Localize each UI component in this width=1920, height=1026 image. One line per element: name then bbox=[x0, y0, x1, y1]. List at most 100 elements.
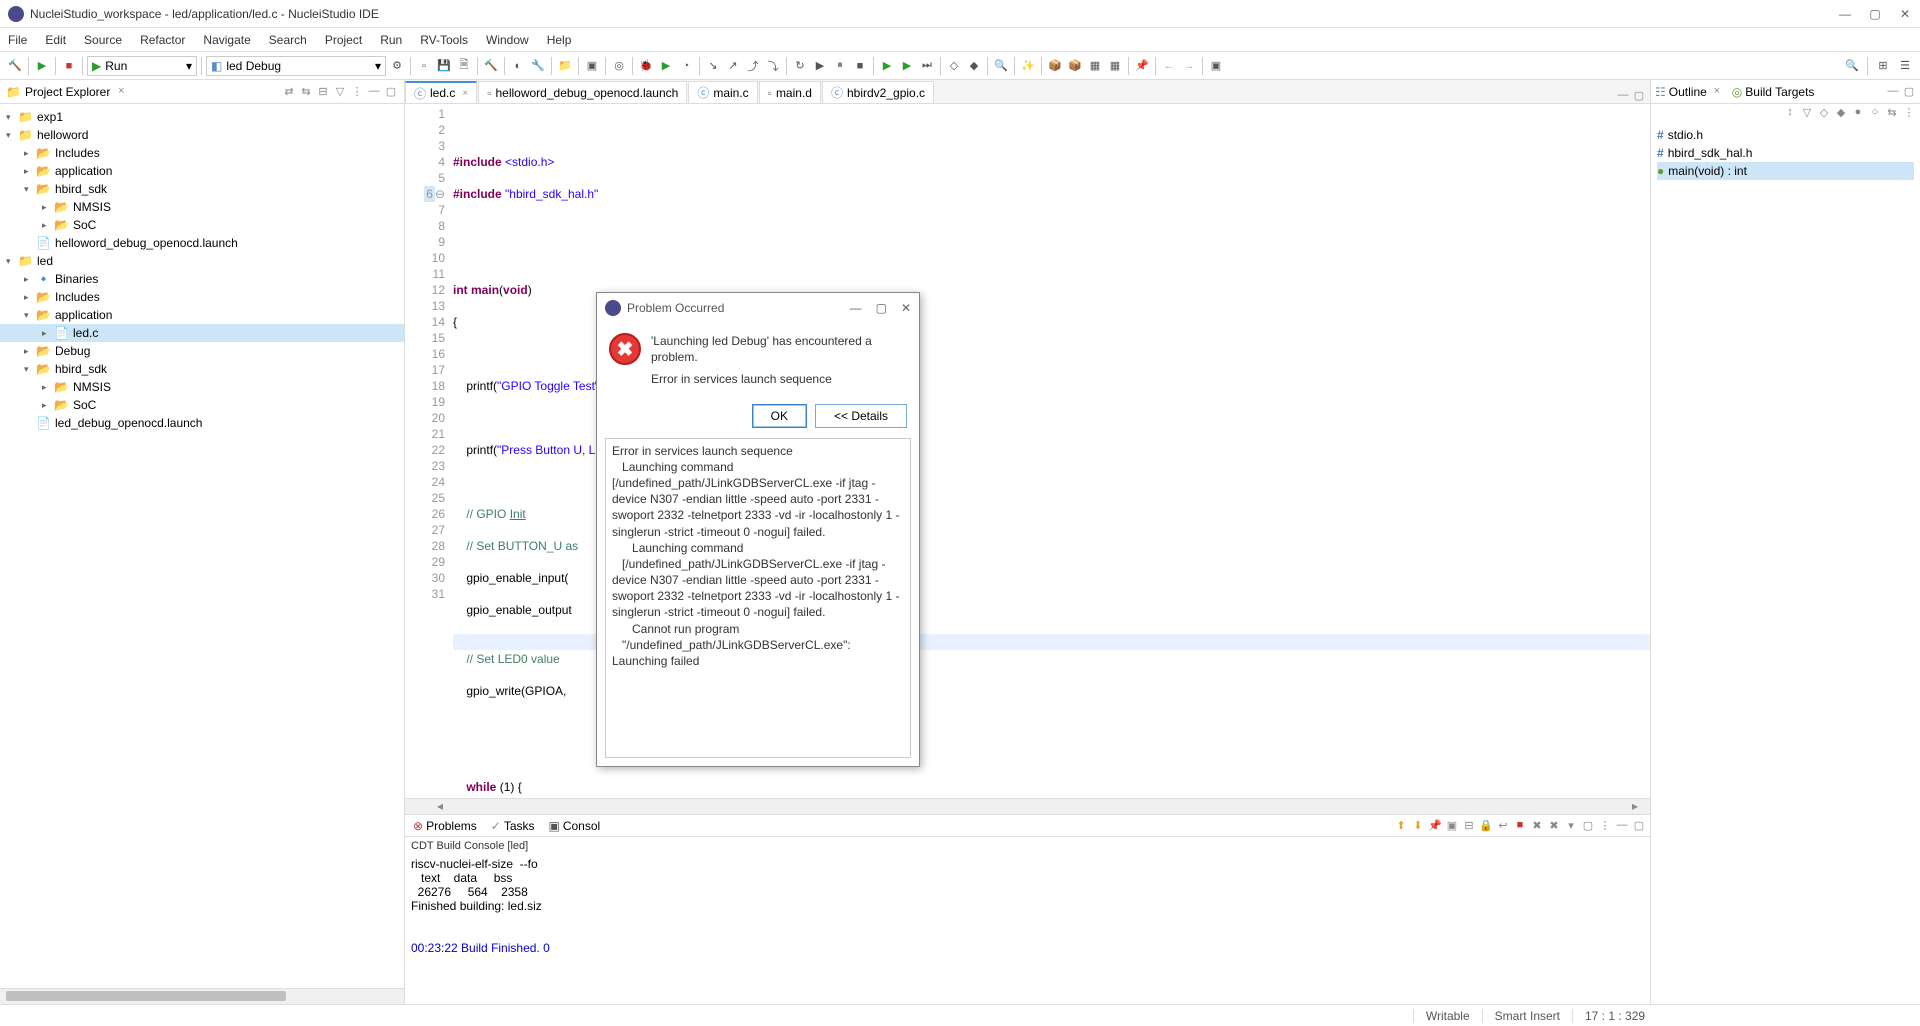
perspective2-icon[interactable]: ☰ bbox=[1896, 57, 1914, 75]
saveall-icon[interactable]: 🗎 bbox=[455, 57, 473, 75]
bp-remall-icon[interactable]: ✖ bbox=[1547, 819, 1561, 833]
search-icon[interactable]: 🔍 bbox=[992, 57, 1010, 75]
bp-sel-icon[interactable]: ▾ bbox=[1564, 819, 1578, 833]
pause-icon[interactable]: ⏸ bbox=[831, 57, 849, 75]
tab-led-c[interactable]: ⓒled.c× bbox=[405, 81, 477, 103]
tree-item[interactable]: ▸📄led.c bbox=[0, 324, 404, 342]
dialog-max-icon[interactable]: ▢ bbox=[876, 301, 887, 315]
pe-max-icon[interactable]: ▢ bbox=[384, 85, 398, 99]
box-icon[interactable]: ▣ bbox=[583, 57, 601, 75]
tab-main-d[interactable]: ▫main.d bbox=[759, 81, 821, 103]
pe-min-icon[interactable]: — bbox=[367, 85, 381, 99]
tree-item[interactable]: ▾📂hbird_sdk bbox=[0, 180, 404, 198]
tab-problems[interactable]: ⊗Problems bbox=[409, 819, 481, 833]
tab-console[interactable]: ▣Consol bbox=[545, 819, 605, 833]
menu-source[interactable]: Source bbox=[84, 33, 122, 47]
editor-body[interactable]: 123456⊖789101112131415161718192021222324… bbox=[405, 104, 1650, 798]
pe-collapse-icon[interactable]: ⊟ bbox=[316, 85, 330, 99]
term-icon[interactable]: ▣ bbox=[1207, 57, 1225, 75]
wrench-icon[interactable]: 🔧 bbox=[529, 57, 547, 75]
bp-up-icon[interactable]: ⬆ bbox=[1394, 819, 1408, 833]
menu-file[interactable]: File bbox=[8, 33, 27, 47]
ol-min-icon[interactable]: — bbox=[1886, 85, 1900, 99]
tree-item[interactable]: ▾📁exp1 bbox=[0, 108, 404, 126]
menu-window[interactable]: Window bbox=[486, 33, 529, 47]
bp-menu-icon[interactable]: ⋮ bbox=[1598, 819, 1612, 833]
details-button[interactable]: << Details bbox=[815, 404, 907, 428]
chip2-icon[interactable]: ▦ bbox=[1106, 57, 1124, 75]
ol-hide2-icon[interactable]: ◆ bbox=[1834, 106, 1848, 120]
bp-rem-icon[interactable]: ✖ bbox=[1530, 819, 1544, 833]
ol-link-icon[interactable]: ⇆ bbox=[1885, 106, 1899, 120]
ol-filter-icon[interactable]: ▽ bbox=[1800, 106, 1814, 120]
tree-item[interactable]: ▸📂Includes bbox=[0, 288, 404, 306]
tab-main-c[interactable]: ⓒmain.c bbox=[688, 81, 757, 103]
step4-icon[interactable]: ⤵ bbox=[764, 57, 782, 75]
misc2-icon[interactable]: ◆ bbox=[965, 57, 983, 75]
wand-icon[interactable]: ✨ bbox=[1019, 57, 1037, 75]
debug-icon[interactable]: 🐞 bbox=[637, 57, 655, 75]
bp-disp-icon[interactable]: ▣ bbox=[1445, 819, 1459, 833]
build-icon[interactable]: 🔨 bbox=[482, 57, 500, 75]
pe-filter2-icon[interactable]: ▽ bbox=[333, 85, 347, 99]
step-icon[interactable]: ↘ bbox=[704, 57, 722, 75]
menu-search[interactable]: Search bbox=[269, 33, 307, 47]
ol-hide-icon[interactable]: ◇ bbox=[1817, 106, 1831, 120]
tree-item[interactable]: ▸📂NMSIS bbox=[0, 198, 404, 216]
close-button[interactable]: ✕ bbox=[1898, 7, 1912, 21]
menu-run[interactable]: Run bbox=[380, 33, 402, 47]
pe-filter-icon[interactable]: ⇄ bbox=[282, 85, 296, 99]
tree-item[interactable]: ▸📂Debug bbox=[0, 342, 404, 360]
tab-outline[interactable]: ☷Outline× bbox=[1655, 85, 1724, 99]
menu-edit[interactable]: Edit bbox=[45, 33, 66, 47]
tree-item[interactable]: ▾📂application bbox=[0, 306, 404, 324]
pin-icon[interactable]: 📌 bbox=[1133, 57, 1151, 75]
profile-icon[interactable]: ◔ bbox=[677, 57, 695, 75]
restart-icon[interactable]: ↻ bbox=[791, 57, 809, 75]
close-icon[interactable]: × bbox=[462, 88, 468, 99]
save-icon[interactable]: 💾 bbox=[435, 57, 453, 75]
dialog-close-icon[interactable]: ✕ bbox=[901, 301, 911, 315]
outline-item[interactable]: #hbird_sdk_hal.h bbox=[1657, 144, 1914, 162]
ok-button[interactable]: OK bbox=[752, 404, 807, 428]
dialog-details[interactable]: Error in services launch sequence Launch… bbox=[605, 438, 911, 758]
bp-scroll-icon[interactable]: 🔒 bbox=[1479, 819, 1493, 833]
tree-item[interactable]: ▸📂NMSIS bbox=[0, 378, 404, 396]
step3-icon[interactable]: ⤴ bbox=[744, 57, 762, 75]
menu-help[interactable]: Help bbox=[547, 33, 572, 47]
run-mode-select[interactable]: ▶Run▾ bbox=[87, 56, 197, 76]
tree-item[interactable]: ▾📁led bbox=[0, 252, 404, 270]
bp-max-icon[interactable]: ▢ bbox=[1632, 819, 1646, 833]
new-icon[interactable]: ▫ bbox=[415, 57, 433, 75]
play3-icon[interactable]: ▶ bbox=[878, 57, 896, 75]
hammer-icon[interactable]: 🔨 bbox=[6, 57, 24, 75]
menu-rvtools[interactable]: RV-Tools bbox=[420, 33, 468, 47]
outline-item[interactable]: #stdio.h bbox=[1657, 126, 1914, 144]
tab-max-icon[interactable]: ▢ bbox=[1632, 89, 1646, 103]
dialog-titlebar[interactable]: Problem Occurred — ▢ ✕ bbox=[597, 293, 919, 323]
tree-item[interactable]: ▸🔹Binaries bbox=[0, 270, 404, 288]
pe-menu-icon[interactable]: ⋮ bbox=[350, 85, 364, 99]
chip-icon[interactable]: ▦ bbox=[1086, 57, 1104, 75]
nav-back-icon[interactable]: ← bbox=[1160, 57, 1178, 75]
pe-hscroll[interactable] bbox=[0, 988, 404, 1004]
bp-wrap-icon[interactable]: ↩ bbox=[1496, 819, 1510, 833]
ol-max-icon[interactable]: ▢ bbox=[1902, 85, 1916, 99]
tree-item[interactable]: 📄helloword_debug_openocd.launch bbox=[0, 234, 404, 252]
ol-menu-icon[interactable]: ⋮ bbox=[1902, 106, 1916, 120]
tab-helloword-launch[interactable]: ▫helloword_debug_openocd.launch bbox=[478, 81, 687, 103]
tree-item[interactable]: ▸📂SoC bbox=[0, 396, 404, 414]
menu-refactor[interactable]: Refactor bbox=[140, 33, 185, 47]
bp-new-icon[interactable]: ▢ bbox=[1581, 819, 1595, 833]
config-icon[interactable]: ⚙ bbox=[388, 57, 406, 75]
tab-min-icon[interactable]: — bbox=[1616, 89, 1630, 103]
skip-icon[interactable]: ⏭ bbox=[918, 57, 936, 75]
bp-clear-icon[interactable]: ⊟ bbox=[1462, 819, 1476, 833]
bp-term-icon[interactable]: ■ bbox=[1513, 819, 1527, 833]
bp-down-icon[interactable]: ⬇ bbox=[1411, 819, 1425, 833]
ol-hide3-icon[interactable]: ● bbox=[1851, 106, 1865, 120]
terminate-icon[interactable]: ■ bbox=[851, 57, 869, 75]
tree-item[interactable]: ▸📂SoC bbox=[0, 216, 404, 234]
minimize-button[interactable]: — bbox=[1838, 7, 1852, 21]
pkg2-icon[interactable]: 📦 bbox=[1066, 57, 1084, 75]
